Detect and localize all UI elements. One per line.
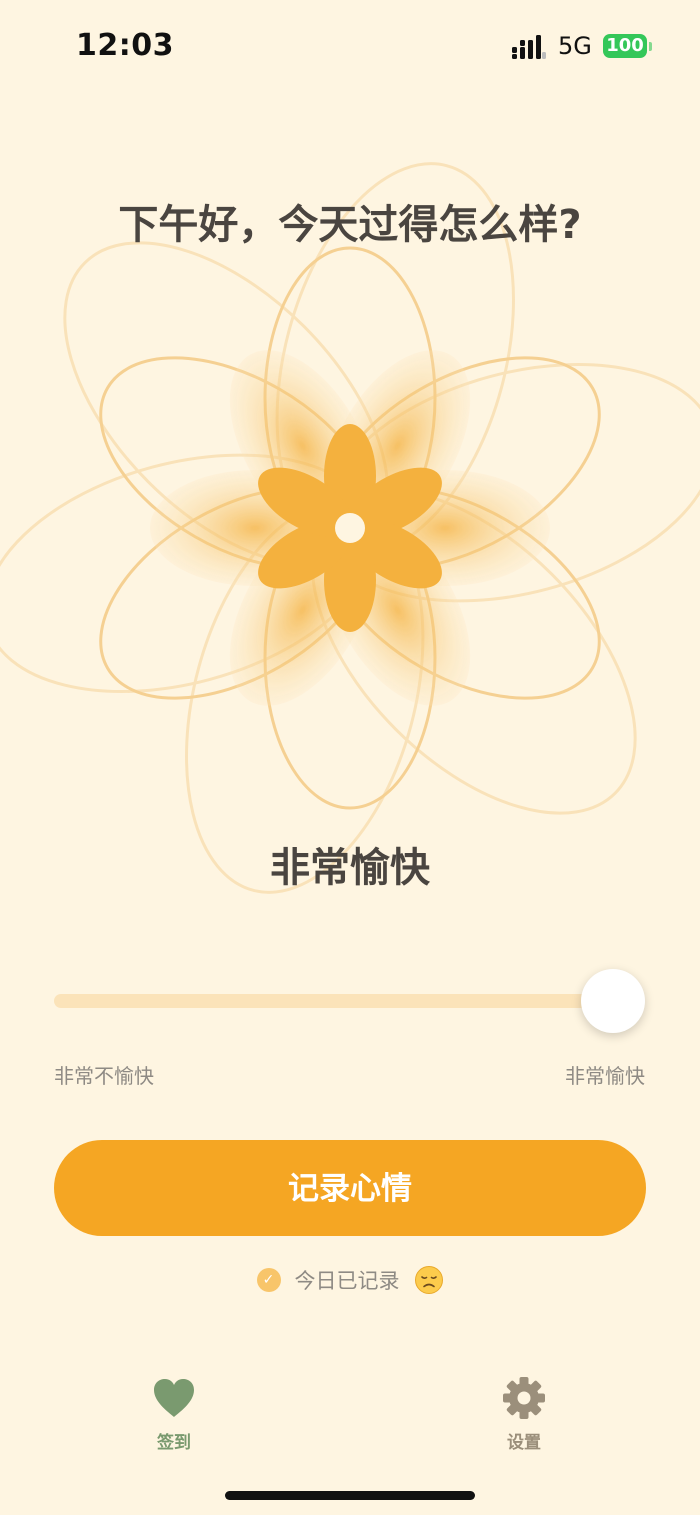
signal-strength-icon xyxy=(512,35,546,59)
slider-min-label: 非常不愉快 xyxy=(54,1064,154,1088)
mood-slider[interactable] xyxy=(54,965,646,1037)
home-indicator[interactable] xyxy=(225,1491,475,1500)
sad-face-icon xyxy=(414,1266,443,1294)
battery-icon: 100 xyxy=(603,34,652,60)
greeting-title: 下午好，今天过得怎么样? xyxy=(118,202,582,248)
mood-flower-illustration xyxy=(0,162,700,894)
tab-settings-label: 设置 xyxy=(507,1433,541,1453)
status-time: 12:03 xyxy=(76,28,174,63)
gear-icon xyxy=(503,1377,545,1419)
battery-cap xyxy=(649,42,652,51)
slider-thumb[interactable] xyxy=(581,969,645,1033)
network-label: 5G xyxy=(558,32,592,60)
tab-checkin[interactable]: 签到 xyxy=(114,1376,234,1456)
slider-max-label: 非常愉快 xyxy=(565,1064,645,1088)
tab-settings[interactable]: 设置 xyxy=(464,1376,584,1456)
recorded-text: 今日已记录 xyxy=(294,1269,400,1293)
status-bar: 12:03 5G 100 xyxy=(0,0,700,92)
battery-level: 100 xyxy=(603,34,647,58)
heart-icon xyxy=(154,1379,194,1417)
recorded-status: ✓ 今日已记录 xyxy=(0,1262,700,1298)
slider-track[interactable] xyxy=(54,994,614,1008)
tab-checkin-label: 签到 xyxy=(157,1433,191,1453)
record-mood-button[interactable]: 记录心情 xyxy=(54,1140,646,1236)
mood-label: 非常愉快 xyxy=(270,845,430,891)
check-circle-icon: ✓ xyxy=(256,1268,281,1292)
